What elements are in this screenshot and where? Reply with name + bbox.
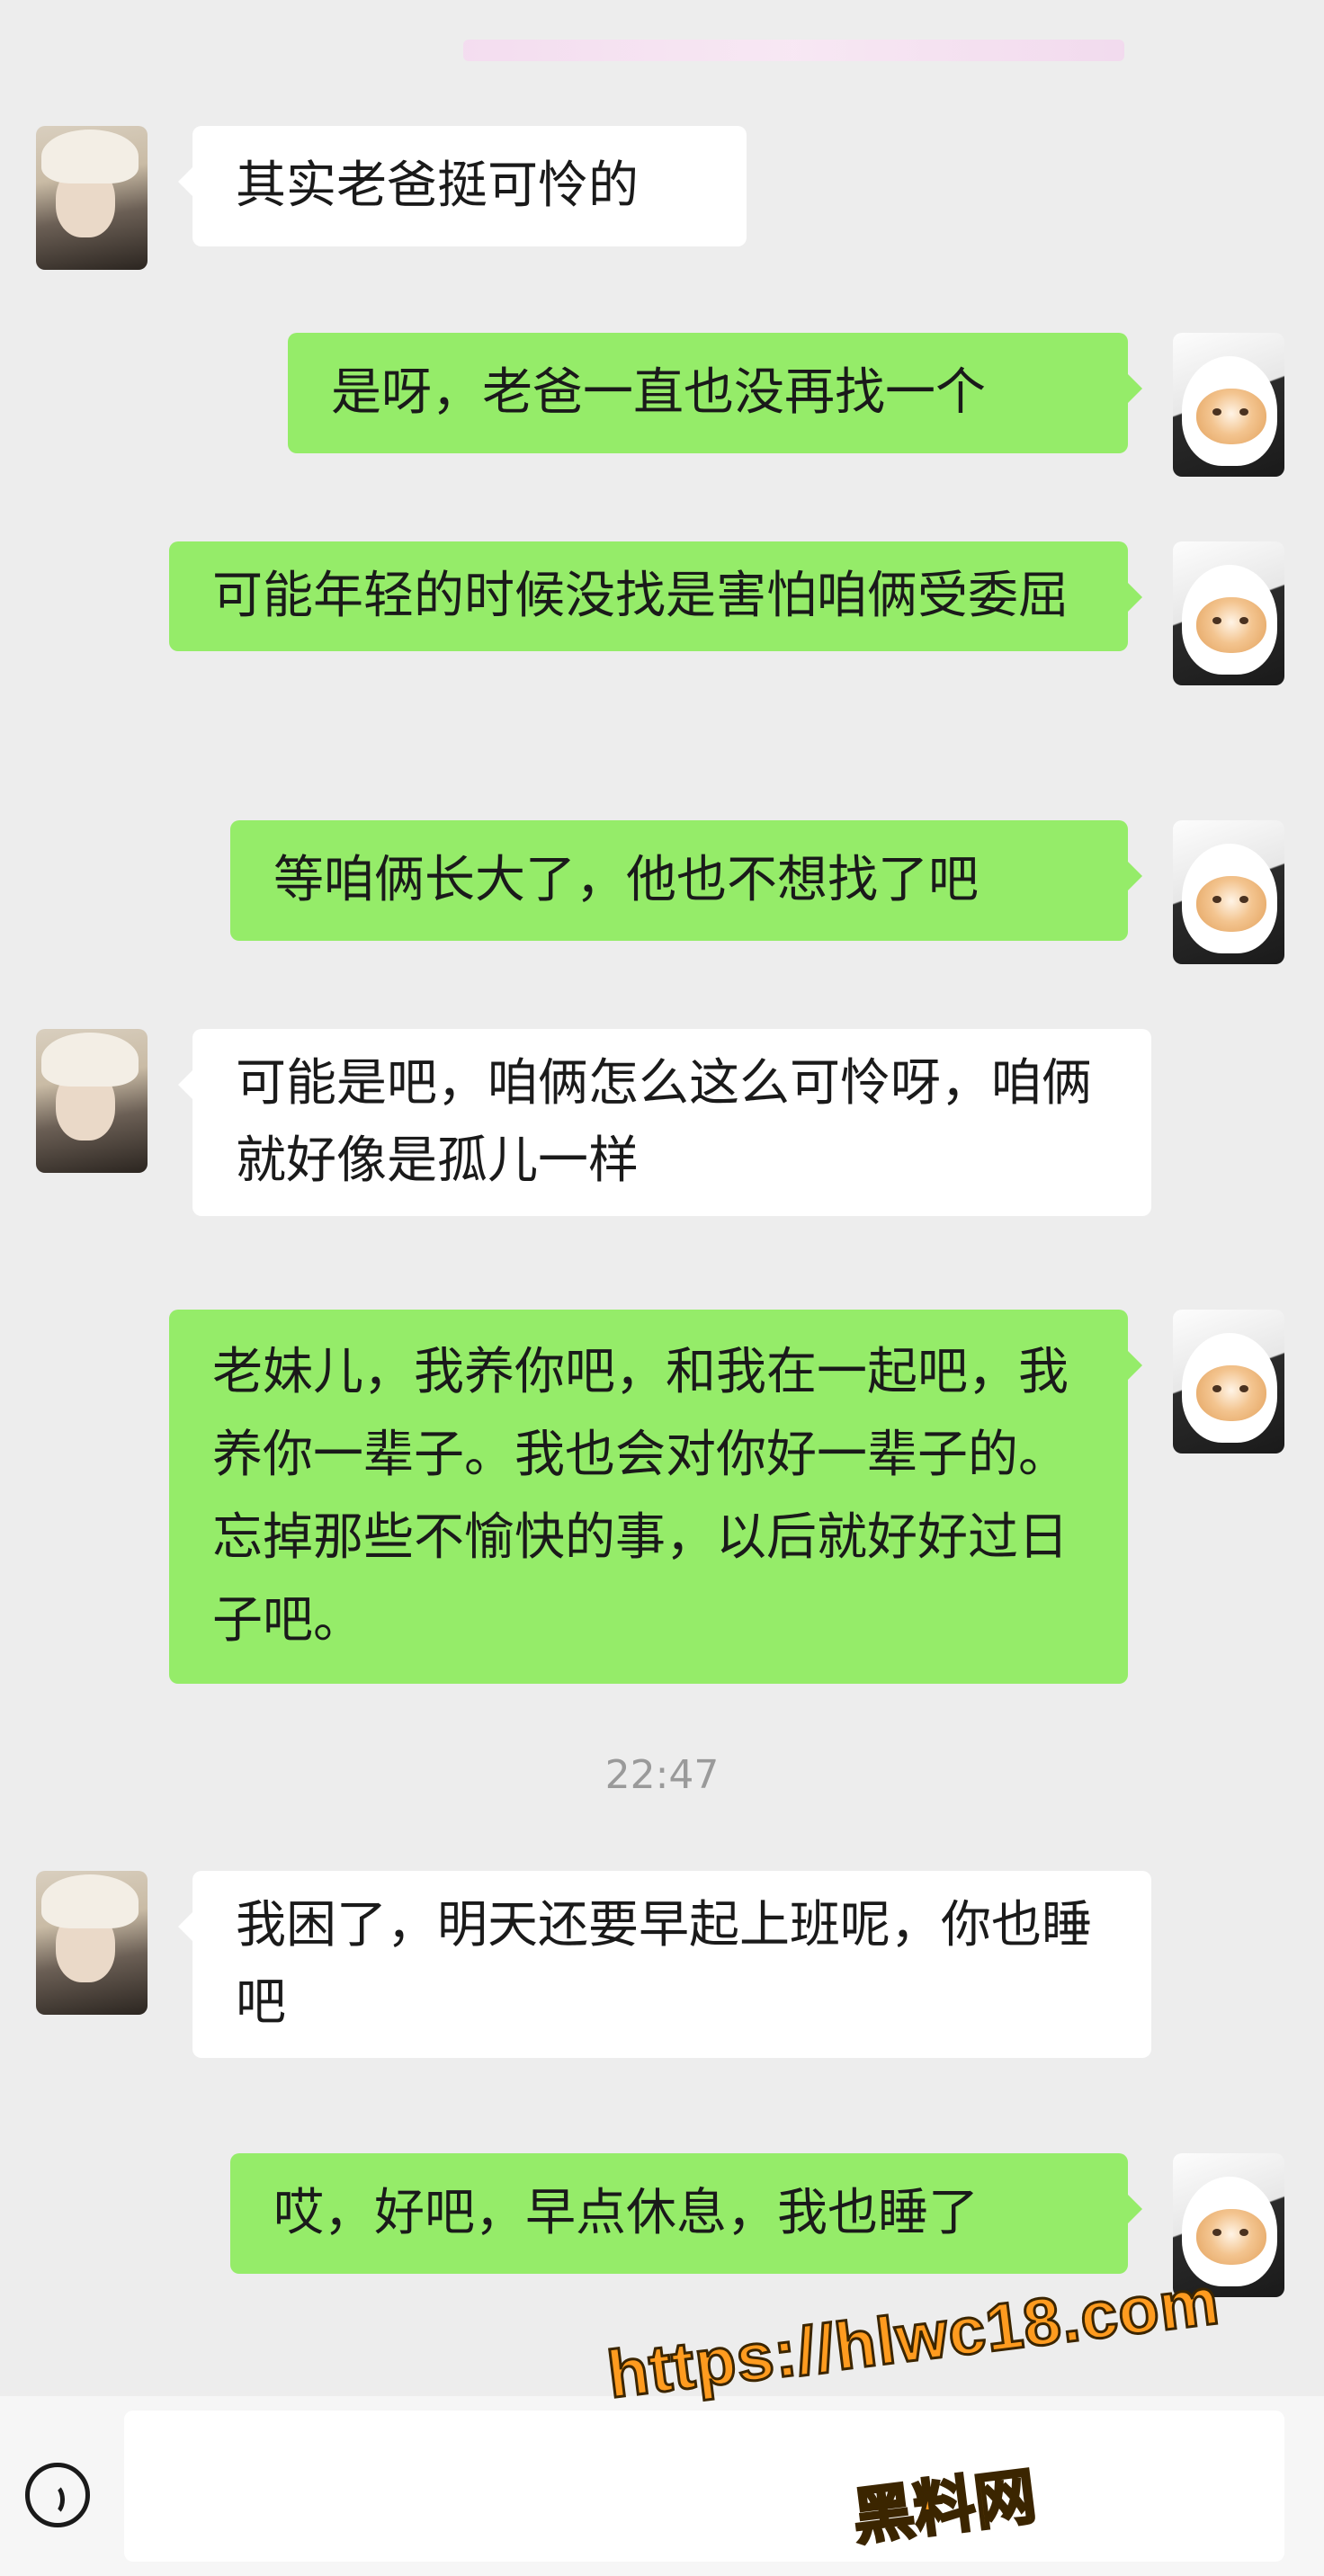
message-bubble-outgoing[interactable]: 老妹儿，我养你吧，和我在一起吧，我养你一辈子。我也会对你好一辈子的。忘掉那些不愉… — [169, 1310, 1142, 1684]
cat-eyes — [1212, 896, 1248, 903]
message-bubble-outgoing[interactable]: 是呀，老爸一直也没再找一个 — [288, 333, 1142, 453]
message-bubble-incoming[interactable]: 其实老爸挺可怜的 — [178, 126, 747, 246]
cat-avatar[interactable] — [1173, 333, 1284, 477]
message-input[interactable] — [124, 2411, 1284, 2562]
cat-eyes — [1212, 1385, 1248, 1392]
female-avatar[interactable] — [36, 1029, 148, 1173]
message-bubble-outgoing[interactable]: 哎，好吧，早点休息，我也睡了 — [230, 2153, 1142, 2274]
message-timestamp: 22:47 — [604, 1752, 720, 1798]
message-bubble-incoming[interactable]: 可能是吧，咱俩怎么这么可怜呀，咱俩就好像是孤儿一样 — [178, 1029, 1151, 1216]
message-bubble-outgoing[interactable]: 可能年轻的时候没找是害怕咱俩受委屈 — [169, 541, 1142, 651]
message-row: 是呀，老爸一直也没再找一个 — [0, 333, 1324, 486]
message-row: 其实老爸挺可怜的 — [0, 126, 1324, 279]
message-row: 可能年轻的时候没找是害怕咱俩受委屈 — [0, 541, 1324, 766]
cat-avatar[interactable] — [1173, 1310, 1284, 1453]
cat-avatar[interactable] — [1173, 820, 1284, 964]
female-avatar[interactable] — [36, 126, 148, 270]
message-bubble-incoming[interactable]: 我困了，明天还要早起上班呢，你也睡吧 — [178, 1871, 1151, 2058]
input-bar — [0, 2396, 1324, 2576]
cat-eyes — [1212, 617, 1248, 624]
message-row: 等咱俩长大了，他也不想找了吧 — [0, 820, 1324, 973]
female-avatar[interactable] — [36, 1871, 148, 2015]
voice-input-icon[interactable] — [25, 2463, 90, 2527]
top-decoration-strip — [463, 40, 1124, 61]
message-row: 可能是吧，咱俩怎么这么可怜呀，咱俩就好像是孤儿一样 — [0, 1029, 1324, 1254]
cat-eyes — [1212, 408, 1248, 416]
message-bubble-outgoing[interactable]: 等咱俩长大了，他也不想找了吧 — [230, 820, 1142, 941]
cat-eyes — [1212, 2229, 1248, 2236]
cat-avatar[interactable] — [1173, 541, 1284, 685]
message-row: 老妹儿，我养你吧，和我在一起吧，我养你一辈子。我也会对你好一辈子的。忘掉那些不愉… — [0, 1310, 1324, 1687]
message-row: 我困了，明天还要早起上班呢，你也睡吧 — [0, 1871, 1324, 2096]
